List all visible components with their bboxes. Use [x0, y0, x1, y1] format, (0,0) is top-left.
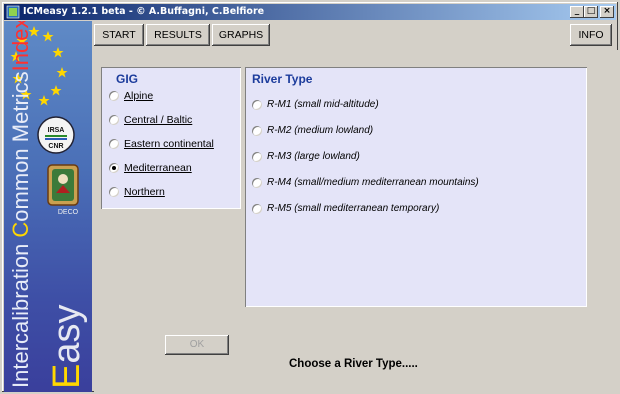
deco-logo-text: DECO: [58, 209, 79, 216]
river-type-panel: River Type R-M1 (small mid-altitude) R-M…: [245, 67, 587, 307]
river-type-option-label: R-M2 (medium lowland): [267, 125, 374, 136]
maximize-button[interactable]: □: [584, 6, 598, 18]
start-menu-button[interactable]: START: [94, 24, 144, 46]
gig-panel: GIG Alpine Central / Baltic Eastern cont…: [101, 67, 241, 209]
sidebar-title-index: Index: [8, 21, 33, 72]
river-type-option-label: R-M4 (small/medium mediterranean mountai…: [267, 177, 479, 188]
radio-button[interactable]: [109, 187, 119, 197]
gig-option-label: Alpine: [124, 90, 154, 102]
radio-button[interactable]: [252, 204, 262, 214]
radio-button[interactable]: [252, 152, 262, 162]
radio-button[interactable]: [109, 115, 119, 125]
graphs-menu-button[interactable]: GRAPHS: [212, 24, 270, 46]
gig-option-label: Eastern continental: [124, 138, 214, 150]
radio-button[interactable]: [109, 91, 119, 101]
gig-option-label: Northern: [124, 186, 165, 198]
title-bar[interactable]: ICMeasy 1.2.1 beta - © A.Buffagni, C.Bel…: [4, 4, 616, 20]
irsa-cnr-logo: IRSA CNR: [37, 116, 75, 154]
ok-button[interactable]: OK: [165, 335, 229, 355]
sidebar-title-text: Intercalibration Common MetricsIndex: [8, 21, 34, 388]
minimize-button[interactable]: _: [570, 6, 584, 18]
radio-button[interactable]: [252, 126, 262, 136]
river-type-title: River Type: [252, 72, 313, 86]
status-message: Choose a River Type.....: [289, 358, 418, 370]
content-area: GIG Alpine Central / Baltic Eastern cont…: [94, 50, 618, 392]
sidebar-title-part-2: ommon Metrics: [8, 71, 33, 222]
sidebar-title-highlight: C: [8, 221, 33, 238]
gig-option-label: Central / Baltic: [124, 114, 193, 126]
radio-button[interactable]: [252, 100, 262, 110]
radio-button[interactable]: [109, 139, 119, 149]
sidebar-title-part-1: Intercalibration: [8, 237, 33, 388]
river-type-option-label: R-M3 (large lowland): [267, 151, 360, 162]
radio-button-selected[interactable]: [109, 163, 119, 173]
gig-title: GIG: [116, 72, 139, 86]
gig-option-label: Mediterranean: [124, 162, 192, 174]
menu-bar: START RESULTS GRAPHS INFO: [94, 24, 616, 48]
sidebar-easy-highlight: E: [46, 363, 88, 389]
irsa-logo-text: IRSA: [48, 127, 65, 134]
cnr-logo-text: CNR: [48, 143, 63, 150]
sidebar-easy-text: Easy: [46, 305, 89, 390]
radio-button[interactable]: [252, 178, 262, 188]
deco-logo: DECO: [47, 164, 79, 216]
app-icon: [6, 5, 20, 19]
info-menu-button[interactable]: INFO: [570, 24, 612, 46]
sidebar-easy-rest: asy: [46, 304, 88, 364]
river-type-option-label: R-M5 (small mediterranean temporary): [267, 203, 440, 214]
river-type-option-label: R-M1 (small mid-altitude): [267, 99, 379, 110]
close-button[interactable]: ×: [600, 6, 614, 18]
app-window: ICMeasy 1.2.1 beta - © A.Buffagni, C.Bel…: [0, 0, 620, 394]
sidebar-branding: IRSA CNR DECO Intercalibration Common Me…: [4, 21, 92, 392]
window-title: ICMeasy 1.2.1 beta - © A.Buffagni, C.Bel…: [23, 6, 265, 17]
results-menu-button[interactable]: RESULTS: [146, 24, 210, 46]
